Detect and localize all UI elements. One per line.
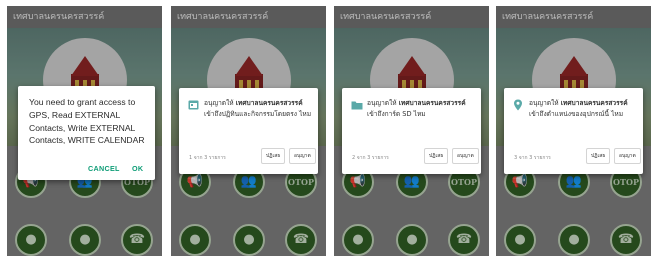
permission-message: อนุญาตให้ เทศบาลนครนครสวรรค์ เข้าถึงปฏิท…: [204, 98, 314, 120]
permission-dialog: อนุญาตให้ เทศบาลนครนครสวรรค์ เข้าถึงการ์…: [342, 88, 481, 174]
permission-prefix: อนุญาตให้: [367, 99, 397, 107]
cancel-button[interactable]: CANCEL: [88, 164, 120, 173]
deny-button[interactable]: ปฏิเสธ: [424, 148, 449, 164]
allow-button[interactable]: อนุญาต: [614, 148, 641, 164]
permission-dialog: อนุญาตให้ เทศบาลนครนครสวรรค์ เข้าถึงตำแห…: [504, 88, 643, 174]
permission-suffix: เข้าถึงตำแหน่งของอุปกรณ์นี้ ไหม: [529, 110, 624, 118]
permission-app-name: เทศบาลนครนครสวรรค์: [235, 99, 303, 107]
permission-prefix: อนุญาตให้: [529, 99, 559, 107]
allow-button[interactable]: อนุญาต: [452, 148, 479, 164]
permission-counter: 3 จาก 3 รายการ: [514, 155, 551, 161]
permission-app-name: เทศบาลนครนครสวรรค์: [398, 99, 466, 107]
dialog-message: You need to grant access to GPS, Read EX…: [29, 97, 145, 146]
phone-screen-3: เทศบาลนครนครสวรรค์ 📢 👥 OTOP ● ● ☎ อนุญาต…: [334, 6, 489, 256]
deny-button[interactable]: ปฏิเสธ: [586, 148, 611, 164]
phone-screen-2: เทศบาลนครนครสวรรค์ 📢 👥 OTOP ● ● ☎ อนุญาต…: [171, 6, 326, 256]
permission-message: อนุญาตให้ เทศบาลนครนครสวรรค์ เข้าถึงตำแห…: [529, 98, 639, 120]
folder-icon: [351, 101, 363, 110]
phone-screen-1: เทศบาลนครนครสวรรค์ 📢 👥 OTOP ● ● ☎ You ne…: [7, 6, 162, 256]
permission-counter: 1 จาก 3 รายการ: [189, 155, 226, 161]
ok-button[interactable]: OK: [132, 164, 143, 173]
calendar-icon: [188, 100, 199, 110]
deny-button[interactable]: ปฏิเสธ: [261, 148, 286, 164]
location-pin-icon: [514, 99, 522, 111]
permission-counter: 2 จาก 3 รายการ: [352, 155, 389, 161]
permission-prefix: อนุญาตให้: [204, 99, 234, 107]
permission-suffix: เข้าถึงปฏิทินและกิจกรรมโดยตรง ไหม: [204, 110, 312, 118]
phone-screen-4: เทศบาลนครนครสวรรค์ 📢 👥 OTOP ● ● ☎ อนุญาต…: [496, 6, 651, 256]
permission-dialog: อนุญาตให้ เทศบาลนครนครสวรรค์ เข้าถึงปฏิท…: [179, 88, 318, 174]
permission-message: อนุญาตให้ เทศบาลนครนครสวรรค์ เข้าถึงการ์…: [367, 98, 477, 120]
permission-suffix: เข้าถึงการ์ด SD ไหม: [367, 110, 426, 118]
permission-app-name: เทศบาลนครนครสวรรค์: [560, 99, 628, 107]
grant-access-dialog: You need to grant access to GPS, Read EX…: [18, 86, 155, 180]
allow-button[interactable]: อนุญาต: [289, 148, 316, 164]
